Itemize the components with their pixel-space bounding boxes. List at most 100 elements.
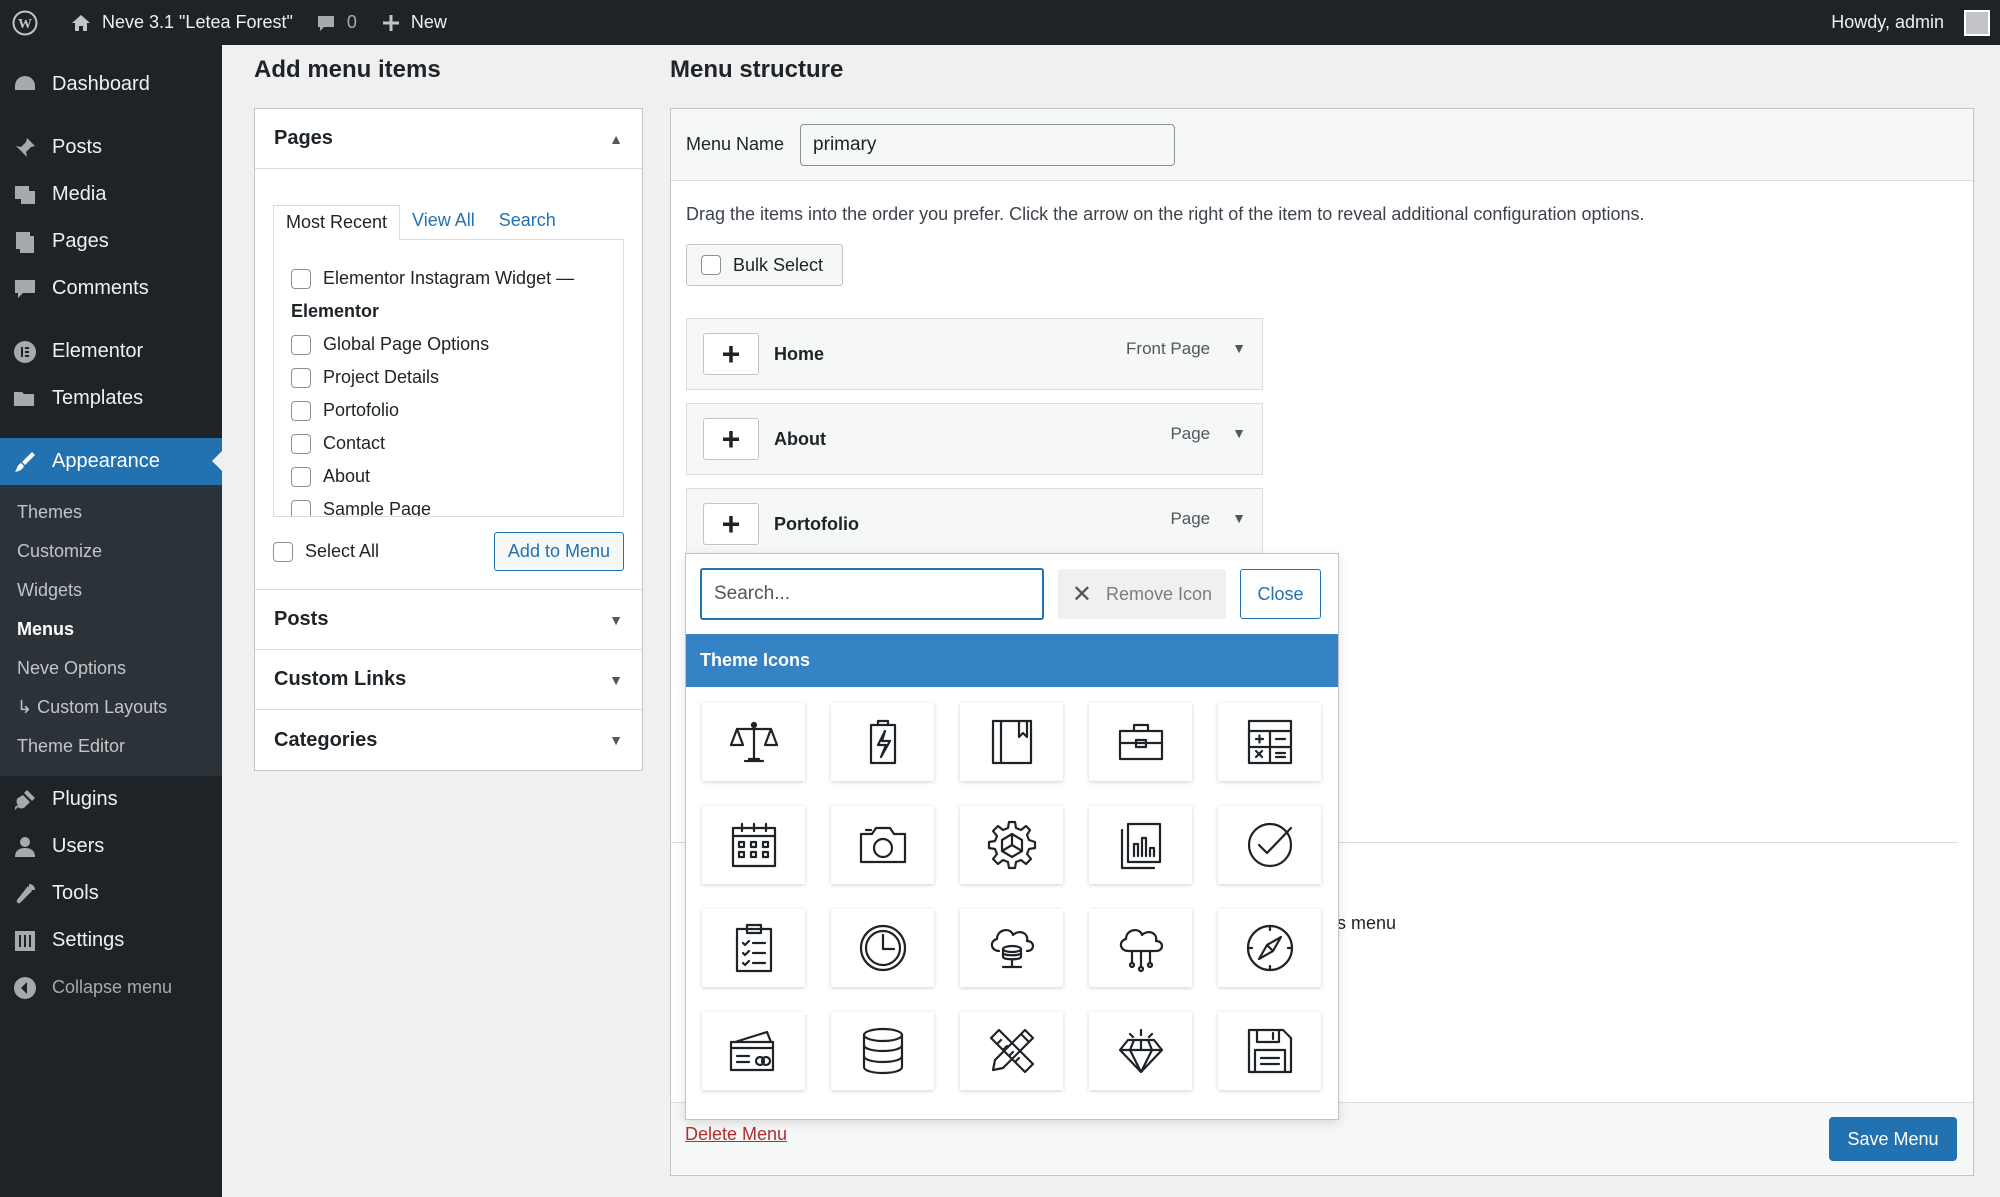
- media-icon: [15, 185, 35, 204]
- icon-option-diamond[interactable]: [1089, 1012, 1192, 1090]
- sidebar-item-appearance[interactable]: Appearance: [0, 438, 222, 485]
- icon-option-book[interactable]: [960, 703, 1063, 781]
- icon-option-gear[interactable]: [960, 806, 1063, 884]
- collapse-menu-button[interactable]: Collapse menu: [0, 964, 222, 1011]
- icon-option-scales[interactable]: [702, 703, 805, 781]
- add-to-menu-button[interactable]: Add to Menu: [493, 532, 624, 571]
- add-icon-button[interactable]: +: [703, 333, 759, 375]
- page-label-continued: Elementor: [291, 301, 380, 321]
- menu-item-about[interactable]: + About Page ▼: [686, 403, 1263, 475]
- avatar: [1964, 9, 1990, 36]
- page-checkbox[interactable]: [291, 400, 311, 421]
- calendar-icon: [731, 822, 776, 868]
- icon-option-camera[interactable]: [831, 806, 934, 884]
- site-name-link[interactable]: Neve 3.1 "Letea Forest": [48, 0, 303, 45]
- admin-bar: W Neve 3.1 "Letea Forest" 0 New Howdy, a…: [0, 0, 2000, 45]
- wordpress-logo-link[interactable]: W: [0, 0, 48, 45]
- icon-option-briefcase[interactable]: [1089, 703, 1192, 781]
- page-checkbox[interactable]: [291, 334, 311, 355]
- caret-up-icon: ▲: [609, 130, 623, 147]
- chevron-down-icon[interactable]: ▼: [1232, 489, 1246, 526]
- icon-option-clipboard[interactable]: [702, 909, 805, 987]
- icon-option-clock[interactable]: [831, 909, 934, 987]
- sidebar-item-label: Tools: [52, 882, 99, 904]
- pages-accordion-body: Most Recent View All Search Elementor In…: [255, 169, 642, 590]
- menu-item-portofolio[interactable]: + Portofolio Page ▼: [686, 488, 1263, 560]
- icon-option-credit-card[interactable]: [702, 1012, 805, 1090]
- icon-option-pencil-ruler[interactable]: [960, 1012, 1063, 1090]
- icon-option-cloud-database[interactable]: [960, 909, 1063, 987]
- submenu-widgets[interactable]: Widgets: [0, 571, 222, 610]
- bulk-select-checkbox[interactable]: [701, 255, 721, 275]
- menu-item-title: Home: [774, 343, 825, 364]
- sidebar-item-dashboard[interactable]: Dashboard: [0, 61, 222, 108]
- submenu-theme-editor[interactable]: Theme Editor: [0, 727, 222, 766]
- sidebar-item-templates[interactable]: Templates: [0, 375, 222, 422]
- icon-option-compass[interactable]: [1218, 909, 1321, 987]
- sidebar-item-media[interactable]: Media: [0, 171, 222, 218]
- comment-icon: [15, 279, 35, 298]
- page-checkbox[interactable]: [291, 433, 311, 454]
- admin-sidebar: Dashboard Posts Media Pages Comments Ele…: [0, 45, 222, 1197]
- sidebar-item-label: Dashboard: [52, 73, 150, 95]
- delete-menu-link[interactable]: Delete Menu: [685, 1124, 787, 1145]
- sidebar-item-settings[interactable]: Settings: [0, 917, 222, 964]
- icon-option-report[interactable]: [1089, 806, 1192, 884]
- sidebar-item-plugins[interactable]: Plugins: [0, 776, 222, 823]
- sidebar-item-tools[interactable]: Tools: [0, 870, 222, 917]
- save-menu-button[interactable]: Save Menu: [1829, 1117, 1957, 1161]
- page-label: About: [323, 466, 371, 486]
- remove-icon-button[interactable]: ✕ Remove Icon: [1058, 569, 1226, 619]
- icon-option-check-circle[interactable]: [1218, 806, 1321, 884]
- menu-item-home[interactable]: + Home Front Page ▼: [686, 318, 1263, 390]
- icon-option-calendar[interactable]: [702, 806, 805, 884]
- pages-icon: [16, 231, 34, 253]
- new-content-link[interactable]: New: [367, 0, 457, 45]
- icon-option-battery[interactable]: [831, 703, 934, 781]
- submenu-neve-options[interactable]: Neve Options: [0, 649, 222, 688]
- sidebar-item-elementor[interactable]: Elementor: [0, 328, 222, 375]
- folder-icon: [14, 391, 34, 406]
- icon-search-input[interactable]: Search...: [700, 568, 1044, 620]
- pages-accordion-header[interactable]: Pages ▲: [255, 109, 642, 169]
- submenu-menus[interactable]: Menus: [0, 610, 222, 649]
- custom-links-accordion-header[interactable]: Custom Links ▼: [255, 650, 642, 710]
- list-item: About: [291, 460, 623, 493]
- categories-accordion-header[interactable]: Categories ▼: [255, 710, 642, 770]
- close-picker-button[interactable]: Close: [1240, 569, 1321, 619]
- select-all-checkbox[interactable]: [273, 541, 293, 562]
- icon-picker-popup: Search... ✕ Remove Icon Close Theme Icon…: [685, 553, 1339, 1120]
- bulk-select-button[interactable]: Bulk Select: [686, 244, 843, 286]
- posts-accordion-header[interactable]: Posts ▼: [255, 590, 642, 650]
- comments-link[interactable]: 0: [303, 0, 367, 45]
- add-icon-button[interactable]: +: [703, 503, 759, 545]
- posts-accordion-title: Posts: [274, 608, 329, 630]
- sidebar-item-comments[interactable]: Comments: [0, 265, 222, 312]
- icon-option-cloud-network[interactable]: [1089, 909, 1192, 987]
- page-checkbox[interactable]: [291, 367, 311, 388]
- camera-icon: [859, 826, 906, 864]
- icon-grid: [686, 687, 1338, 1090]
- page-checkbox[interactable]: [291, 466, 311, 487]
- icon-option-save-disk[interactable]: [1218, 1012, 1321, 1090]
- menu-name-input[interactable]: primary: [800, 123, 1176, 166]
- page-checkbox[interactable]: [291, 499, 311, 516]
- icon-option-calculator[interactable]: [1218, 703, 1321, 781]
- submenu-customize[interactable]: Customize: [0, 532, 222, 571]
- submenu-themes[interactable]: Themes: [0, 493, 222, 532]
- submenu-custom-layouts[interactable]: ↳ Custom Layouts: [0, 688, 222, 727]
- page-checkbox[interactable]: [291, 268, 311, 289]
- sidebar-item-users[interactable]: Users: [0, 823, 222, 870]
- icon-option-database[interactable]: [831, 1012, 934, 1090]
- add-icon-button[interactable]: +: [703, 418, 759, 460]
- tab-view-all[interactable]: View All: [400, 204, 487, 239]
- sidebar-item-label: Media: [52, 183, 107, 205]
- tab-most-recent[interactable]: Most Recent: [273, 205, 401, 240]
- tab-search[interactable]: Search: [487, 204, 568, 239]
- sidebar-item-pages[interactable]: Pages: [0, 218, 222, 265]
- chevron-down-icon[interactable]: ▼: [1232, 404, 1246, 441]
- sidebar-item-posts[interactable]: Posts: [0, 124, 222, 171]
- my-account-link[interactable]: Howdy, admin: [1821, 0, 2000, 45]
- calculator-icon: [1247, 719, 1292, 765]
- chevron-down-icon[interactable]: ▼: [1232, 319, 1246, 356]
